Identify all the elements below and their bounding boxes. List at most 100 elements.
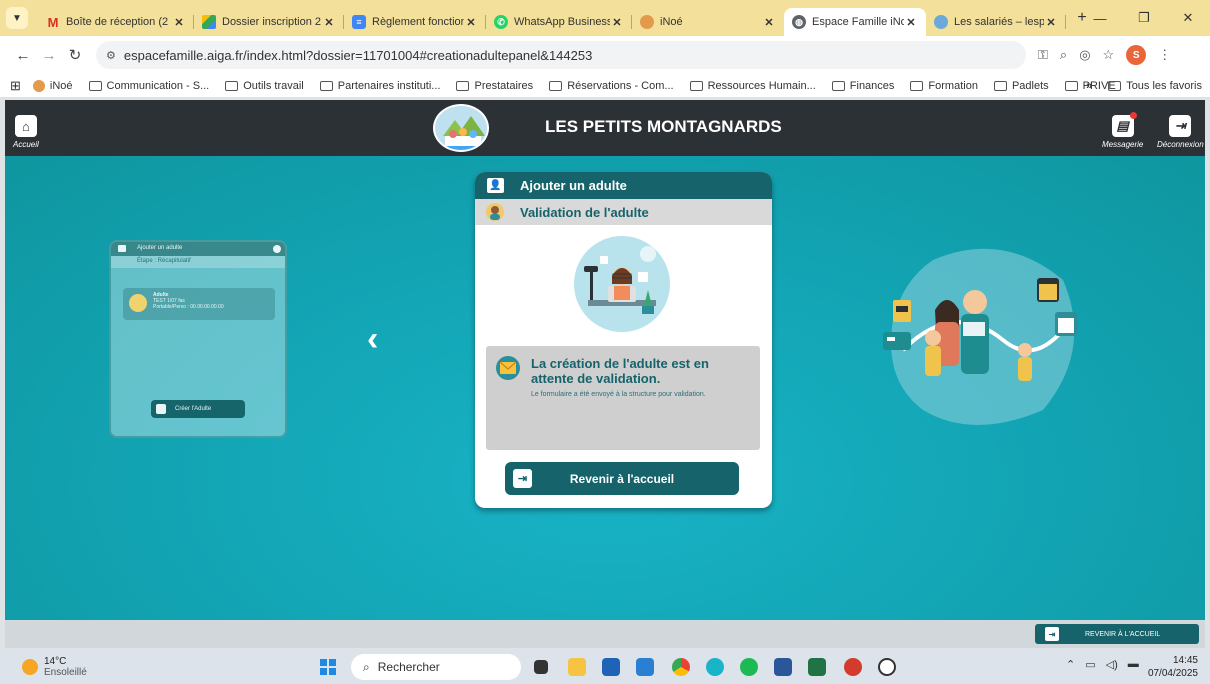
tab-whatsapp[interactable]: ✆ WhatsApp Business ✕ (486, 8, 632, 36)
word-icon[interactable] (774, 658, 792, 676)
ghost-card-title: Ajouter un adulte (137, 245, 183, 251)
tab-docs[interactable]: ≡ Règlement fonction ✕ (344, 8, 486, 36)
bookmark-inoe[interactable]: iNoé (32, 79, 73, 92)
bookmark-label: Communication - S... (106, 79, 210, 92)
url-input[interactable]: ⚙ espacefamille.aiga.fr/index.html?dossi… (96, 41, 1026, 69)
inoe-icon (640, 15, 654, 29)
ghost-card-step: Étape : Récapitulatif (111, 256, 285, 268)
calculator-icon[interactable] (636, 658, 654, 676)
forward-arrow-icon[interactable]: → (36, 47, 62, 64)
close-icon (273, 245, 281, 253)
spotify-icon[interactable] (740, 658, 758, 676)
site-settings-icon[interactable]: ⚙ (106, 49, 116, 62)
canva-icon[interactable] (706, 658, 724, 676)
waiting-illustration (574, 236, 670, 332)
back-arrow-icon[interactable]: ← (10, 47, 36, 64)
folder-icon (1064, 80, 1078, 91)
excel-icon[interactable] (808, 658, 826, 676)
more-bookmarks-icon[interactable]: » (1086, 80, 1092, 92)
logout-icon: ⇥ (1169, 115, 1192, 137)
close-icon[interactable]: ✕ (904, 16, 918, 29)
apps-grid-icon[interactable]: ⊞ (10, 78, 21, 94)
bookmark-label: Finances (849, 79, 895, 92)
home-label: Accueil (13, 140, 39, 149)
chrome-icon[interactable] (672, 658, 690, 676)
zoom-icon[interactable]: ⌕ (1060, 47, 1067, 63)
home-button[interactable]: ⌂ Accueil (13, 115, 39, 149)
url-text: espacefamille.aiga.fr/index.html?dossier… (123, 47, 593, 63)
back-to-home-button[interactable]: ⇥ Revenir à l'accueil (505, 462, 739, 495)
tab-label: iNoé (660, 16, 683, 28)
bookmark-all-favorites[interactable]: Tous les favoris (1108, 80, 1202, 92)
chatgpt-icon[interactable] (878, 658, 896, 676)
reload-icon[interactable]: ↻ (62, 46, 88, 64)
taskbar-search[interactable]: ⌕ Rechercher (351, 654, 521, 680)
store-icon[interactable] (602, 658, 620, 676)
minimize-icon[interactable]: — (1078, 0, 1122, 36)
message-title: La création de l'adulte est en attente d… (531, 356, 709, 386)
battery-icon[interactable]: ▬ (1128, 658, 1139, 671)
bookmark-folder[interactable]: Réservations - Com... (549, 80, 674, 92)
adult-avatar-icon (486, 203, 504, 221)
close-icon[interactable]: ✕ (610, 16, 624, 29)
volume-icon[interactable]: ◁) (1106, 658, 1118, 671)
chevron-up-icon[interactable]: ⌃ (1066, 658, 1075, 671)
eye-off-icon[interactable]: ◎ (1079, 47, 1090, 63)
tab-label: Les salariés – lespeti (954, 16, 1044, 28)
chat-icon: ▤ (1111, 112, 1137, 137)
folder-icon (88, 80, 102, 91)
bottom-back-to-home-button[interactable]: ⇥ REVENIR À L'ACCUEIL (1035, 624, 1199, 644)
bookmark-star-icon[interactable]: ☆ (1103, 47, 1115, 63)
folder-icon (225, 80, 239, 91)
close-icon[interactable]: ✕ (322, 16, 336, 29)
close-icon[interactable]: ✕ (762, 16, 776, 29)
tab-drive[interactable]: Dossier inscription 2 ✕ (194, 8, 344, 36)
menu-dots-icon[interactable]: ⋮ (1158, 47, 1171, 63)
chevron-left-icon[interactable]: ‹ (367, 322, 378, 356)
ccleaner-icon[interactable] (844, 658, 862, 676)
weather-widget[interactable]: 14°C Ensoleillé (22, 656, 87, 678)
tab-gmail[interactable]: M Boîte de réception (2 ✕ (38, 8, 194, 36)
folder-icon (831, 80, 845, 91)
bookmark-label: Tous les favoris (1126, 80, 1202, 92)
bookmark-folder[interactable]: Formation (910, 80, 978, 92)
drive-icon (202, 15, 216, 29)
bookmark-label: Ressources Humain... (707, 79, 816, 92)
display-icon[interactable]: ▭ (1085, 658, 1095, 671)
tab-label: WhatsApp Business (514, 16, 610, 28)
folder-icon (689, 80, 703, 91)
previous-step-card[interactable]: Ajouter un adulte Étape : Récapitulatif … (109, 240, 287, 438)
file-explorer-icon[interactable] (568, 658, 586, 676)
close-icon[interactable]: ✕ (1044, 16, 1058, 29)
profile-avatar[interactable]: S (1126, 45, 1147, 65)
windows-start-icon[interactable] (320, 659, 336, 675)
bookmark-folder[interactable]: Partenaires instituti... (319, 80, 440, 92)
back-to-home-label: Revenir à l'accueil (569, 471, 675, 486)
site-icon (934, 15, 948, 29)
search-icon: ⌕ (363, 659, 370, 674)
create-adult-button: Créer l'Adulte (151, 400, 245, 418)
tab-espace-famille[interactable]: ◍ Espace Famille iNoe ✕ (784, 8, 926, 36)
restore-icon[interactable]: ❐ (1122, 0, 1166, 36)
messages-label: Messagerie (1102, 140, 1144, 149)
logout-button[interactable]: ⇥ Déconnexion (1157, 115, 1204, 149)
task-view-icon[interactable] (534, 660, 548, 674)
bookmark-label: Outils travail (243, 79, 304, 92)
bookmark-folder[interactable]: Ressources Humain... (689, 79, 816, 92)
password-key-icon[interactable]: ⚿ (1038, 47, 1048, 63)
tab-salaries[interactable]: Les salariés – lespeti ✕ (926, 8, 1066, 36)
bookmark-folder[interactable]: Padlets (993, 80, 1049, 92)
close-icon[interactable]: ✕ (464, 16, 478, 29)
close-window-icon[interactable]: ✕ (1166, 0, 1210, 36)
close-icon[interactable]: ✕ (172, 16, 186, 29)
messages-button[interactable]: ▤ Messagerie (1102, 112, 1144, 149)
tab-inoe[interactable]: iNoé ✕ (632, 8, 784, 36)
bookmark-folder[interactable]: Prestataires (456, 80, 533, 92)
clock[interactable]: 14:45 07/04/2025 (1148, 654, 1198, 680)
gmail-icon: M (47, 14, 59, 30)
app-header: ⌂ Accueil LES PETITS MONTAGNARDS ▤ Messa… (5, 100, 1205, 156)
bookmark-folder[interactable]: Finances (831, 79, 895, 92)
tab-search-button[interactable]: ▼ (6, 7, 28, 29)
bookmark-folder[interactable]: Communication - S... (88, 79, 210, 92)
bookmark-folder[interactable]: Outils travail (225, 80, 304, 92)
